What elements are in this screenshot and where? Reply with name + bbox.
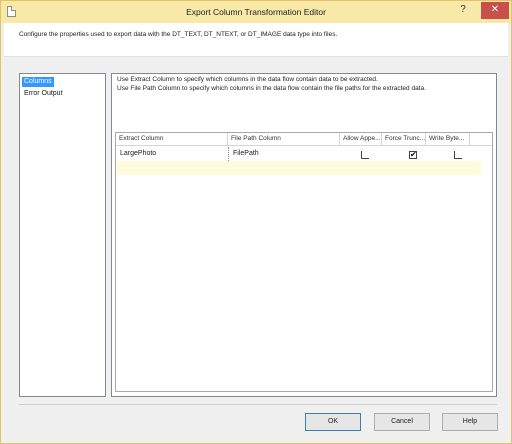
panel-description-line-1: Use Extract Column to specify which colu…: [117, 76, 378, 83]
extract-column-cell[interactable]: LargePhoto: [116, 147, 228, 161]
help-icon[interactable]: ?: [450, 2, 476, 19]
column-header-write-bom[interactable]: Write Byte...: [426, 133, 470, 146]
force-truncate-checkbox[interactable]: ✔: [409, 151, 417, 159]
column-header-force-truncate[interactable]: Force Trunc...: [382, 133, 426, 146]
columns-page-panel: Use Extract Column to specify which colu…: [111, 73, 497, 397]
nav-item-columns[interactable]: Columns: [22, 77, 54, 87]
help-button[interactable]: Help: [442, 413, 498, 431]
window-title: Export Column Transformation Editor: [186, 7, 326, 17]
write-bom-checkbox[interactable]: [454, 151, 462, 159]
cancel-button[interactable]: Cancel: [374, 413, 430, 431]
column-header-extract-column[interactable]: Extract Column: [116, 133, 228, 146]
column-mapping-grid: Extract Column File Path Column Allow Ap…: [115, 132, 493, 392]
nav-item-error-output[interactable]: Error Output: [22, 89, 65, 99]
column-header-allow-append[interactable]: Allow Appe...: [340, 133, 382, 146]
dialog-window: Export Column Transformation Editor ? ✕ …: [0, 0, 512, 444]
title-bar[interactable]: Export Column Transformation Editor ? ✕: [1, 1, 511, 23]
page-navigation-list: Columns Error Output: [19, 73, 106, 397]
new-row[interactable]: [116, 161, 482, 175]
table-row: LargePhoto FilePath ✔: [116, 147, 482, 161]
ok-button[interactable]: OK: [305, 413, 361, 431]
close-icon[interactable]: ✕: [481, 2, 509, 19]
footer-separator: [19, 404, 497, 405]
grid-header-row: Extract Column File Path Column Allow Ap…: [116, 133, 492, 146]
header-description: Configure the properties used to export …: [19, 31, 338, 38]
file-path-column-cell[interactable]: FilePath: [228, 147, 340, 161]
allow-append-checkbox[interactable]: [361, 151, 369, 159]
panel-description-line-2: Use File Path Column to specify which co…: [117, 84, 426, 92]
column-header-file-path-column[interactable]: File Path Column: [228, 133, 340, 146]
panel-description: Use Extract Column to specify which colu…: [117, 76, 426, 93]
